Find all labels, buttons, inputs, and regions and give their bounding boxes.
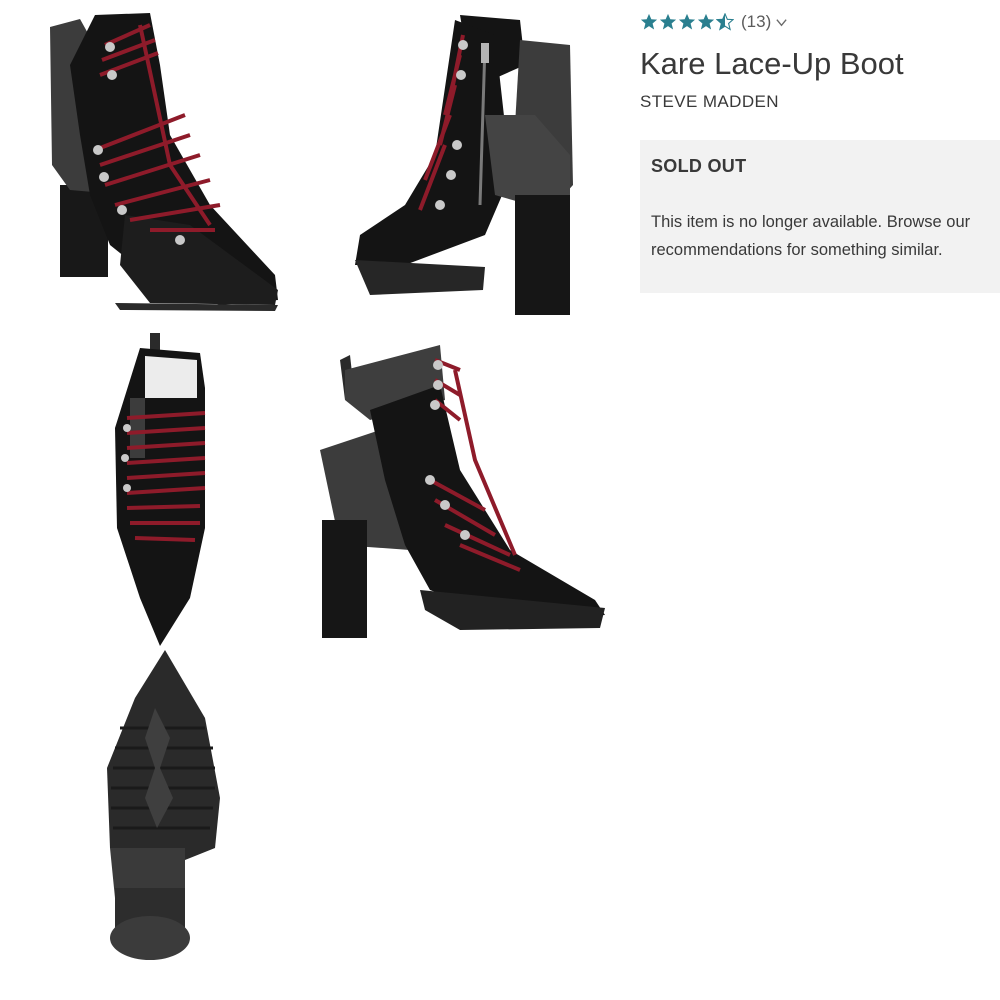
sold-out-label: SOLD OUT xyxy=(651,156,747,176)
rating-count: (13) xyxy=(741,12,772,31)
product-image-outsole[interactable] xyxy=(95,648,235,968)
star-full-icon xyxy=(697,13,715,30)
brand-name[interactable]: STEVE MADDEN xyxy=(640,92,779,112)
star-full-icon xyxy=(678,13,696,30)
sold-out-message: This item is no longer available. Browse… xyxy=(651,213,971,259)
star-half-icon xyxy=(716,13,734,31)
rating-stars xyxy=(640,13,735,31)
boot-top-illustration xyxy=(115,333,206,646)
star-full-icon xyxy=(659,13,677,30)
boot-sole-illustration xyxy=(107,650,220,960)
product-title: Kare Lace-Up Boot xyxy=(640,46,904,81)
boot-front-illustration xyxy=(50,13,278,311)
product-image-front[interactable] xyxy=(40,5,290,320)
product-image-gallery xyxy=(0,0,640,1000)
boot-inner-side-illustration xyxy=(355,15,573,315)
boot-side-illustration xyxy=(320,345,605,638)
product-image-side-profile[interactable] xyxy=(310,340,615,645)
product-image-top-down[interactable] xyxy=(105,328,230,646)
chevron-down-icon xyxy=(776,18,787,26)
rating-summary[interactable]: (13) xyxy=(640,10,788,34)
star-full-icon xyxy=(640,13,658,30)
sold-out-notice: SOLD OUT This item is no longer availabl… xyxy=(640,140,1000,293)
product-image-inner-side[interactable] xyxy=(345,5,585,320)
